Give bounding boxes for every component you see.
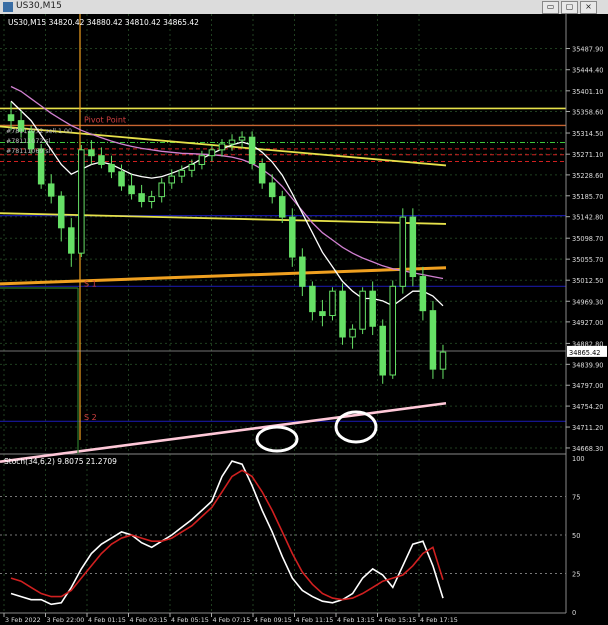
candle-body: [268, 182, 276, 198]
time-tick-label: 4 Feb 03:15: [130, 616, 168, 624]
time-tick-label: 4 Feb 09:15: [254, 616, 292, 624]
price-tick-label: 35142.80: [572, 214, 603, 222]
candle-body: [108, 163, 115, 173]
price-tick-label: 35098.70: [572, 235, 603, 243]
candle-body: [248, 136, 256, 164]
candle-body: [88, 149, 95, 157]
chart-canvas[interactable]: Pivot Point S 1 S 2 #78111072 sell 1.00 #781…: [0, 14, 608, 625]
candle-body: [138, 193, 145, 202]
minimize-button[interactable]: ▭: [542, 1, 559, 14]
candle-body: [198, 155, 206, 165]
candle-body: [158, 182, 165, 198]
price-tick-label: 35228.60: [572, 172, 603, 180]
price-tick-label: 35055.70: [572, 256, 603, 264]
price-tick-label: 35314.50: [572, 130, 603, 138]
candle-body: [148, 196, 155, 202]
s1-label: S 1: [84, 280, 97, 289]
candle-body: [299, 256, 306, 287]
candle-body: [178, 169, 186, 177]
stochastic-tick-label: 75: [572, 494, 580, 502]
candle-body: [419, 276, 427, 312]
stochastic-tick-label: 0: [572, 609, 576, 617]
candle-body: [409, 216, 417, 278]
price-tick-label: 34668.30: [572, 445, 603, 453]
candle-body: [208, 149, 216, 157]
candle-body: [329, 290, 336, 317]
candle-body: [228, 139, 236, 145]
candle-body: [389, 285, 397, 376]
current-price-label: 34865.42: [569, 349, 600, 357]
price-tick-label: 35487.90: [572, 46, 603, 54]
order-label: #78111072 sl: [6, 138, 51, 145]
candle-body: [47, 183, 55, 197]
candle-body: [289, 216, 296, 258]
candle-body: [168, 175, 176, 184]
time-tick-label: 4 Feb 07:15: [213, 616, 251, 624]
candle-body: [278, 196, 286, 218]
time-tick-label: 3 Feb 2022: [5, 616, 41, 624]
candle-body: [369, 290, 376, 327]
candle-body: [57, 195, 65, 229]
candle-body: [339, 290, 346, 338]
price-tick-label: 35271.10: [572, 151, 603, 159]
price-tick-label: 34839.90: [572, 361, 603, 369]
price-tick-label: 35185.70: [572, 193, 603, 201]
chart-title: US30,M15 34820.42 34880.42 34810.42 3486…: [8, 18, 199, 27]
candle-body: [128, 185, 135, 195]
window-titlebar[interactable]: US30,M15 ▭ ▢ ×: [0, 0, 608, 15]
price-tick-label: 35444.40: [572, 67, 603, 75]
candle-body: [359, 290, 366, 330]
candle-body: [349, 328, 356, 338]
candle-body: [309, 285, 316, 313]
candle-body: [118, 171, 125, 187]
stochastic-title: Stoch(34,6,2) 9.8075 21.2709: [4, 457, 117, 466]
order-label: #78111069 sl: [6, 148, 51, 155]
candle-body: [319, 311, 326, 317]
price-tick-label: 34797.00: [572, 382, 603, 390]
candle-body: [98, 155, 105, 165]
candle-body: [429, 310, 437, 370]
pivot-point-label: Pivot Point: [84, 115, 126, 124]
time-tick-label: 4 Feb 11:15: [296, 616, 334, 624]
time-tick-label: 3 Feb 22:00: [47, 616, 85, 624]
window-title: US30,M15: [16, 1, 62, 11]
time-tick-label: 4 Feb 17:15: [420, 616, 458, 624]
candle-body: [258, 162, 266, 184]
maximize-button[interactable]: ▢: [561, 1, 578, 14]
order-label: #78111072 sell 1.00: [6, 128, 72, 135]
price-tick-label: 34711.20: [572, 424, 603, 432]
price-tick-label: 35358.60: [572, 109, 603, 117]
stochastic-tick-label: 100: [572, 455, 585, 463]
candle-body: [439, 351, 447, 370]
price-tick-label: 34754.20: [572, 403, 603, 411]
time-tick-label: 4 Feb 01:15: [88, 616, 126, 624]
time-tick-label: 4 Feb 05:15: [171, 616, 209, 624]
stochastic-tick-label: 25: [572, 571, 580, 579]
time-tick-label: 4 Feb 13:15: [337, 616, 375, 624]
s2-label: S 2: [84, 413, 97, 422]
candle-body: [68, 227, 75, 254]
close-button[interactable]: ×: [580, 1, 597, 14]
time-tick-label: 4 Feb 15:15: [379, 616, 417, 624]
candle-body: [188, 163, 196, 171]
price-tick-label: 35012.50: [572, 277, 603, 285]
chart-window: US30,M15 ▭ ▢ × Pivot Point S 1 S 2 #7811107…: [0, 0, 608, 625]
chart-background: [0, 14, 566, 613]
candle-body: [379, 325, 386, 376]
stochastic-tick-label: 50: [572, 532, 580, 540]
price-tick-label: 34969.30: [572, 298, 603, 306]
candle-body: [399, 216, 407, 287]
candle-body: [238, 136, 246, 141]
candle-body: [218, 143, 226, 151]
candle-body: [7, 114, 15, 122]
price-tick-label: 35401.10: [572, 88, 603, 96]
chart-window-icon: [3, 2, 13, 12]
candle-body: [78, 149, 85, 254]
price-tick-label: 34927.00: [572, 319, 603, 327]
